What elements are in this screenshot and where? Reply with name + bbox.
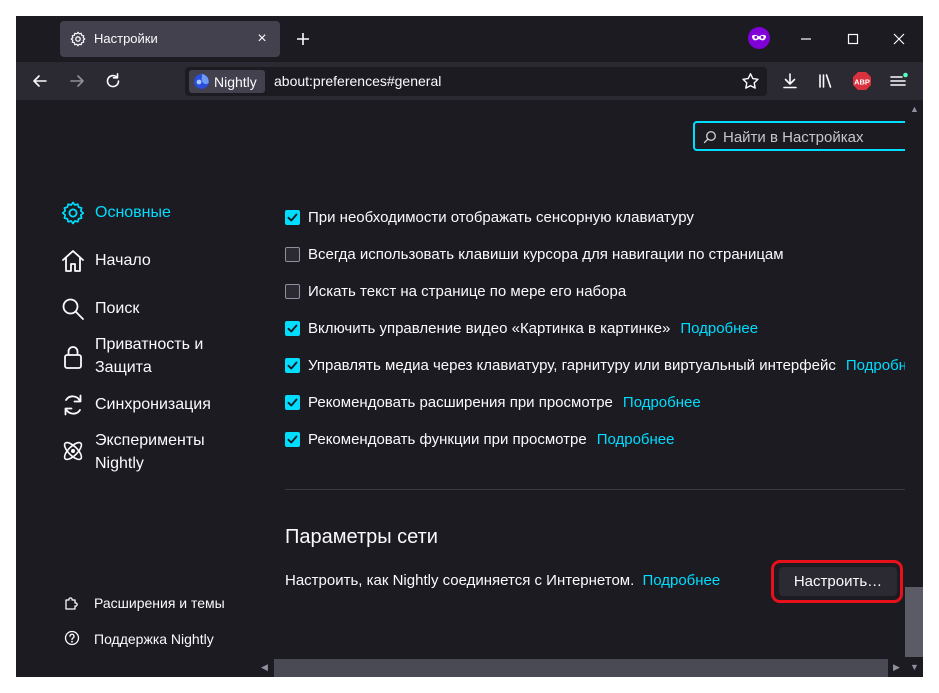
learn-more-link[interactable]: Подробнее [623, 394, 701, 411]
sidebar-item-label-line1: Эксперименты [95, 432, 205, 449]
titlebar: Настройки × [16, 16, 923, 62]
identity-label: Nightly [214, 74, 257, 90]
sidebar-item-label-line2: Nightly [95, 455, 144, 472]
tab-close-icon[interactable]: × [252, 29, 272, 49]
scroll-right-icon[interactable]: ▶ [893, 662, 900, 673]
close-icon[interactable] [888, 28, 910, 50]
horizontal-scrollbar-thumb[interactable] [274, 659, 888, 677]
maximize-icon[interactable] [842, 28, 864, 50]
sidebar-item-label: Основные [95, 204, 171, 221]
option-label: Искать текст на странице по мере его наб… [308, 282, 627, 300]
option-label: Рекомендовать расширения при просмотре [308, 393, 613, 411]
url-bar[interactable]: Nightly about:preferences#general [185, 67, 767, 96]
option-caret-browsing[interactable]: Всегда использовать клавиши курсора для … [285, 243, 784, 265]
learn-more-link[interactable]: Подробнее [680, 320, 758, 337]
tab-title: Настройки [94, 31, 158, 46]
option-touch-keyboard[interactable]: При необходимости отображать сенсорную к… [285, 206, 694, 228]
search-icon [62, 298, 84, 320]
checkbox-checked[interactable] [285, 209, 300, 225]
checkbox-checked[interactable] [285, 320, 300, 336]
network-description: Настроить, как Nightly соединяется с Инт… [285, 572, 720, 589]
vertical-scrollbar-thumb[interactable] [905, 587, 923, 657]
navigation-toolbar: Nightly about:preferences#general ABP [16, 62, 923, 100]
private-browsing-icon [748, 27, 770, 49]
learn-more-link[interactable]: Подробнее [597, 431, 675, 448]
scroll-up-icon[interactable]: ▲ [910, 104, 919, 114]
scroll-left-icon[interactable]: ◀ [261, 662, 268, 673]
option-label: Рекомендовать функции при просмотре [308, 430, 587, 448]
sidebar-item-label-line1: Приватность и [95, 336, 204, 353]
lock-icon [64, 346, 82, 369]
help-icon [64, 630, 80, 646]
preferences-content: Найти в Настройках Основные Начало Поиск [16, 100, 923, 677]
section-divider [285, 489, 905, 490]
checkbox-unchecked[interactable] [285, 283, 300, 299]
checkbox-unchecked[interactable] [285, 246, 300, 262]
minimize-icon[interactable] [795, 28, 817, 50]
checkbox-checked[interactable] [285, 357, 300, 373]
adblock-icon[interactable]: ABP [851, 70, 873, 92]
menu-icon[interactable] [887, 70, 909, 92]
sidebar-item-label: Поддержка Nightly [94, 631, 214, 647]
svg-text:ABP: ABP [854, 78, 870, 87]
tab-settings[interactable]: Настройки × [60, 21, 280, 57]
checkbox-checked[interactable] [285, 394, 300, 410]
nightly-logo-icon [194, 74, 209, 89]
url-text[interactable]: about:preferences#general [274, 73, 441, 89]
option-label: Всегда использовать клавиши курсора для … [308, 245, 784, 263]
identity-box[interactable]: Nightly [189, 70, 265, 93]
option-recommend-extensions[interactable]: Рекомендовать расширения при просмотре П… [285, 391, 701, 413]
preferences-search-input[interactable]: Найти в Настройках [693, 121, 923, 151]
search-icon [703, 130, 717, 144]
network-section-title: Параметры сети [285, 526, 438, 548]
option-media-keys[interactable]: Управлять медиа через клавиатуру, гарнит… [285, 354, 923, 376]
bookmark-star-icon[interactable] [741, 72, 760, 91]
sidebar-item-label: Начало [95, 252, 151, 269]
network-settings-button[interactable]: Настроить… [779, 567, 897, 596]
forward-icon[interactable] [66, 70, 88, 92]
network-description-text: Настроить, как Nightly соединяется с Инт… [285, 572, 635, 589]
home-icon [62, 250, 84, 272]
sidebar-item-label-line2: Защита [95, 359, 152, 376]
reload-icon[interactable] [102, 70, 124, 92]
browser-window: Настройки × Nightly about:preferences#ge… [16, 16, 923, 677]
option-label: Включить управление видео «Картинка в ка… [308, 319, 671, 337]
downloads-icon[interactable] [779, 70, 801, 92]
option-label: При необходимости отображать сенсорную к… [308, 208, 694, 226]
sidebar-item-label: Синхронизация [95, 396, 211, 413]
library-icon[interactable] [815, 70, 837, 92]
sidebar-item-label: Поиск [95, 300, 140, 317]
back-icon[interactable] [29, 70, 51, 92]
sync-icon [64, 394, 82, 416]
option-picture-in-picture[interactable]: Включить управление видео «Картинка в ка… [285, 317, 758, 339]
gear-icon [70, 31, 86, 47]
checkbox-checked[interactable] [285, 431, 300, 447]
option-label: Управлять медиа через клавиатуру, гарнит… [308, 356, 836, 374]
sidebar-item-label: Расширения и темы [94, 595, 225, 611]
option-recommend-features[interactable]: Рекомендовать функции при просмотре Подр… [285, 428, 675, 450]
new-tab-icon[interactable] [292, 28, 314, 50]
puzzle-icon [65, 597, 78, 610]
search-placeholder: Найти в Настройках [723, 129, 864, 146]
option-find-as-you-type[interactable]: Искать текст на странице по мере его наб… [285, 280, 626, 302]
experiments-icon [63, 441, 83, 461]
gear-icon [61, 201, 85, 225]
network-learn-more-link[interactable]: Подробнее [642, 572, 720, 589]
scroll-down-icon[interactable]: ▼ [910, 662, 919, 672]
